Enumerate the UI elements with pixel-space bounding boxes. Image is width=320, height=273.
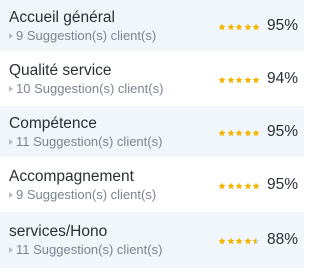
criterion-title: Compétence (9, 114, 97, 132)
criterion-score: 95% (218, 123, 298, 141)
star-icon (227, 23, 235, 30)
star-icon (253, 182, 260, 189)
star-icon (236, 76, 243, 83)
star-rating (218, 182, 261, 190)
criterion-text: services/Hono 11 Suggestion(s) client(s) (9, 223, 162, 257)
suggestions-link[interactable]: 9 Suggestion(s) client(s) (9, 28, 156, 43)
star-icon (253, 23, 260, 30)
star-icon (227, 76, 235, 83)
star-icon (219, 23, 226, 30)
star-rating (218, 76, 261, 84)
suggestions-link[interactable]: 10 Suggestion(s) client(s) (9, 81, 163, 96)
star-icon (219, 129, 226, 136)
star-rating (218, 23, 261, 31)
star-rating (218, 237, 261, 245)
criterion-row-competence[interactable]: Compétence 11 Suggestion(s) client(s) 95… (0, 106, 304, 159)
caret-right-icon (9, 32, 13, 39)
suggestions-count: 9 Suggestion(s) client(s) (16, 186, 157, 202)
star-icon (219, 76, 226, 83)
criterion-text: Compétence 11 Suggestion(s) client(s) (9, 115, 162, 149)
satisfaction-criteria-list: Accueil général 9 Suggestion(s) client(s… (0, 0, 304, 273)
star-icon (244, 76, 252, 83)
caret-right-icon (9, 138, 13, 145)
score-percent: 88% (266, 231, 298, 248)
star-icon (227, 182, 235, 189)
star-icon (244, 23, 252, 30)
star-icon (227, 237, 235, 245)
score-percent: 94% (266, 69, 298, 87)
criterion-row-accompagnement[interactable]: Accompagnement 9 Suggestion(s) client(s)… (0, 159, 304, 212)
caret-right-icon (9, 247, 13, 253)
suggestions-link[interactable]: 11 Suggestion(s) client(s) (9, 134, 162, 149)
criterion-text: Accueil général 9 Suggestion(s) client(s… (9, 9, 156, 43)
criterion-row-accueil[interactable]: Accueil général 9 Suggestion(s) client(s… (0, 0, 304, 53)
suggestions-count: 10 Suggestion(s) client(s) (16, 80, 164, 96)
suggestions-count: 11 Suggestion(s) client(s) (16, 242, 163, 257)
criterion-title: Accompagnement (9, 167, 134, 185)
criterion-text: Qualité service 10 Suggestion(s) client(… (9, 62, 163, 96)
criterion-score: 88% (218, 231, 298, 249)
star-icon (219, 237, 226, 245)
suggestions-count: 9 Suggestion(s) client(s) (16, 27, 157, 43)
criterion-row-qualite[interactable]: Qualité service 10 Suggestion(s) client(… (0, 53, 304, 106)
score-percent: 95% (266, 122, 298, 140)
star-icon (253, 237, 260, 245)
star-rating (218, 129, 261, 137)
star-icon (253, 76, 260, 83)
star-icon (236, 237, 243, 245)
star-icon (244, 182, 252, 189)
star-icon (253, 129, 260, 136)
suggestions-count: 11 Suggestion(s) client(s) (16, 133, 163, 149)
star-icon (244, 129, 252, 136)
star-icon (219, 182, 226, 189)
score-percent: 95% (266, 175, 298, 193)
caret-right-icon (9, 191, 13, 198)
criterion-row-services[interactable]: services/Hono 11 Suggestion(s) client(s)… (0, 212, 304, 268)
score-percent: 95% (266, 16, 298, 34)
star-icon (227, 129, 235, 136)
criterion-text: Accompagnement 9 Suggestion(s) client(s) (9, 168, 156, 202)
criterion-score: 95% (218, 17, 298, 35)
criterion-title: Accueil général (9, 8, 115, 26)
star-icon (236, 129, 243, 136)
suggestions-link[interactable]: 11 Suggestion(s) client(s) (9, 242, 162, 257)
criterion-score: 95% (218, 176, 298, 194)
criterion-title: services/Hono (9, 223, 108, 240)
star-icon (236, 182, 243, 189)
criterion-score: 94% (218, 70, 298, 88)
star-icon (244, 237, 252, 245)
star-icon (236, 23, 243, 30)
criterion-title: Qualité service (9, 61, 112, 79)
suggestions-link[interactable]: 9 Suggestion(s) client(s) (9, 187, 156, 202)
caret-right-icon (9, 85, 13, 92)
